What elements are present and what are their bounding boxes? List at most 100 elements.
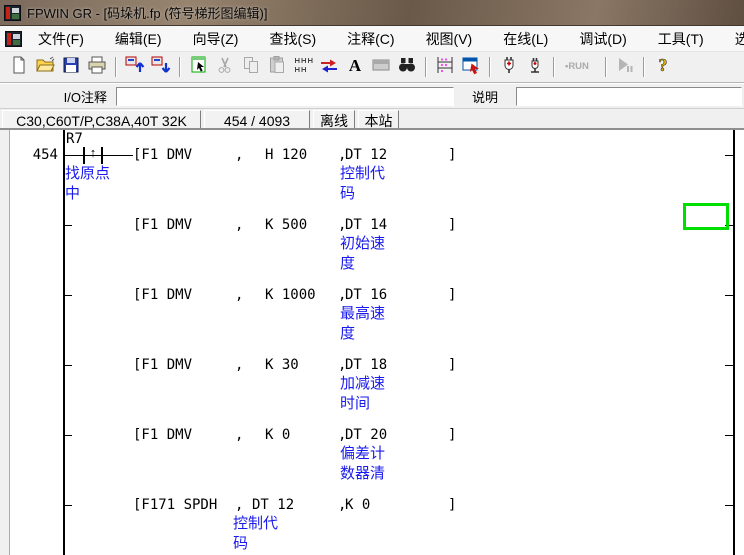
jump-icon [319, 55, 339, 80]
menu-item-options[interactable]: 选项(O) [727, 26, 744, 52]
menu-item-debug[interactable]: 调试(D) [571, 26, 634, 52]
menu-item-comment[interactable]: 注释(C) [339, 26, 402, 52]
instruction-mnemonic[interactable]: [F1 DMV [133, 217, 192, 233]
description-input[interactable] [516, 87, 742, 106]
open-file-icon [35, 55, 55, 80]
operand-comment-line: 最高速 [340, 304, 385, 324]
document-window-icon[interactable] [5, 31, 22, 47]
instruction-operand-2[interactable]: DT 20 [345, 427, 387, 443]
comma: , [235, 147, 243, 163]
instruction-close-bracket: ] [448, 147, 456, 163]
selection-mode-icon [189, 55, 209, 80]
branch-tick-right [725, 155, 735, 156]
toolbar-button-help[interactable]: ? [650, 55, 676, 79]
online-plug-icon [499, 55, 519, 80]
ladder-rung-row: [F171 SPDH,DT 12,K 0]控制代码 [0, 480, 744, 550]
operand-comment-line: 控制代 [233, 514, 278, 534]
menu-item-edit[interactable]: 编辑(E) [107, 26, 170, 52]
toolbar-separator [553, 57, 555, 77]
step-run-icon [615, 55, 635, 80]
io-comment-label: I/O注释 [0, 87, 116, 106]
io-comment-input[interactable] [116, 87, 454, 106]
menu-item-file[interactable]: 文件(F) [30, 26, 92, 52]
instruction-operand-1[interactable]: K 0 [265, 427, 290, 443]
toolbar-button-jump[interactable] [316, 55, 342, 79]
instruction-operand-2[interactable]: DT 18 [345, 357, 387, 373]
cut-icon [215, 55, 235, 80]
run-mode-icon: •RUN [563, 55, 597, 80]
branch-tick-right [725, 295, 735, 296]
ladder-rung-row: [F1 DMV,K 0,DT 20]偏差计数器清 [0, 410, 744, 480]
ladder-rung-row: [F1 DMV,K 500,DT 14]初始速度 [0, 200, 744, 270]
menu-item-view[interactable]: 视图(V) [418, 26, 481, 52]
operand-comment-line: 码 [233, 534, 278, 554]
instruction-close-bracket: ] [448, 427, 456, 443]
instruction-operand-2[interactable]: K 0 [345, 497, 370, 513]
toolbar-separator [643, 57, 645, 77]
toolbar-button-selection-mode[interactable] [186, 55, 212, 79]
copy-icon [241, 55, 261, 80]
instruction-mnemonic[interactable]: [F1 DMV [133, 357, 192, 373]
toolbar-button-copy [238, 55, 264, 79]
instruction-mnemonic[interactable]: [F1 DMV [133, 287, 192, 303]
instruction-mnemonic[interactable]: [F171 SPDH [133, 497, 217, 513]
instruction-operand-2[interactable]: DT 14 [345, 217, 387, 233]
app-icon[interactable] [4, 5, 21, 21]
menu-bar: 文件(F) 编辑(E) 向导(Z) 查找(S) 注释(C) 视图(V) 在线(L) 调试(D)… [0, 26, 744, 52]
comma: , [235, 287, 243, 303]
toolbar-separator [489, 57, 491, 77]
instruction-close-bracket: ] [448, 357, 456, 373]
title-bar: FPWIN GR - [码垛机.fp (符号梯形图编辑)] [0, 0, 744, 26]
ladder-rung-row: [F1 DMV,H 120,DT 12]控制代码 [0, 130, 744, 200]
instruction-operand-2[interactable]: DT 16 [345, 287, 387, 303]
operand-comment: 加减速时间 [340, 374, 385, 414]
instruction-operand-2[interactable]: DT 12 [345, 147, 387, 163]
toolbar-button-offline-plug[interactable] [522, 55, 548, 79]
menu-item-tools[interactable]: 工具(T) [650, 26, 712, 52]
menu-item-online[interactable]: 在线(L) [495, 26, 556, 52]
branch-tick-left [63, 505, 72, 506]
edit-cursor[interactable] [683, 203, 729, 230]
new-file-icon [9, 55, 29, 80]
toolbar-button-run-mode: •RUN [560, 55, 600, 79]
instruction-close-bracket: ] [448, 497, 456, 513]
toolbar-button-print[interactable] [84, 55, 110, 79]
text-comment-icon: A [345, 55, 365, 80]
toolbar: A •RUN? [0, 52, 744, 83]
toolbar-button-step-run [612, 55, 638, 79]
offline-plug-icon [525, 55, 545, 80]
toolbar-button-upload-from-plc[interactable] [122, 55, 148, 79]
branch-tick-left [63, 295, 72, 296]
instruction-operand-1[interactable]: K 1000 [265, 287, 316, 303]
instruction-mnemonic[interactable]: [F1 DMV [133, 147, 192, 163]
menu-item-wizard[interactable]: 向导(Z) [185, 26, 247, 52]
toolbar-button-online-plug[interactable] [496, 55, 522, 79]
toolbar-button-block[interactable] [368, 55, 394, 79]
instruction-operand-1[interactable]: H 120 [265, 147, 307, 163]
io-comment-bar: I/O注释 说明 [0, 83, 744, 109]
menu-item-search[interactable]: 查找(S) [261, 26, 324, 52]
branch-tick-right [725, 505, 735, 506]
toolbar-button-save[interactable] [58, 55, 84, 79]
toolbar-button-find-binoculars[interactable] [394, 55, 420, 79]
io-contact-icon [293, 55, 313, 80]
toolbar-button-paste [264, 55, 290, 79]
toolbar-button-download-to-plc[interactable] [148, 55, 174, 79]
upload-from-plc-icon [125, 55, 145, 80]
toolbar-button-text-comment[interactable]: A [342, 55, 368, 79]
operand-comment: 控制代码 [233, 514, 278, 554]
toolbar-button-monitor-window[interactable] [458, 55, 484, 79]
operand-comment: 最高速度 [340, 304, 385, 344]
toolbar-button-open-file[interactable] [32, 55, 58, 79]
toolbar-button-io-contact[interactable] [290, 55, 316, 79]
instruction-operand-1[interactable]: K 500 [265, 217, 307, 233]
instruction-mnemonic[interactable]: [F1 DMV [133, 427, 192, 443]
toolbar-button-new-file[interactable] [6, 55, 32, 79]
toolbar-button-ladder-monitor[interactable] [432, 55, 458, 79]
instruction-operand-1[interactable]: K 30 [265, 357, 299, 373]
operand-comment-line: 偏差计 [340, 444, 385, 464]
instruction-operand-1[interactable]: DT 12 [252, 497, 294, 513]
ladder-editor[interactable]: 454 R7 ↑ 找原点中 [F1 DMV,H 120,DT 12]控制代码[F… [0, 128, 744, 555]
ladder-rung-row: [F1 DMV,K 30,DT 18]加减速时间 [0, 340, 744, 410]
comma: , [235, 497, 243, 513]
